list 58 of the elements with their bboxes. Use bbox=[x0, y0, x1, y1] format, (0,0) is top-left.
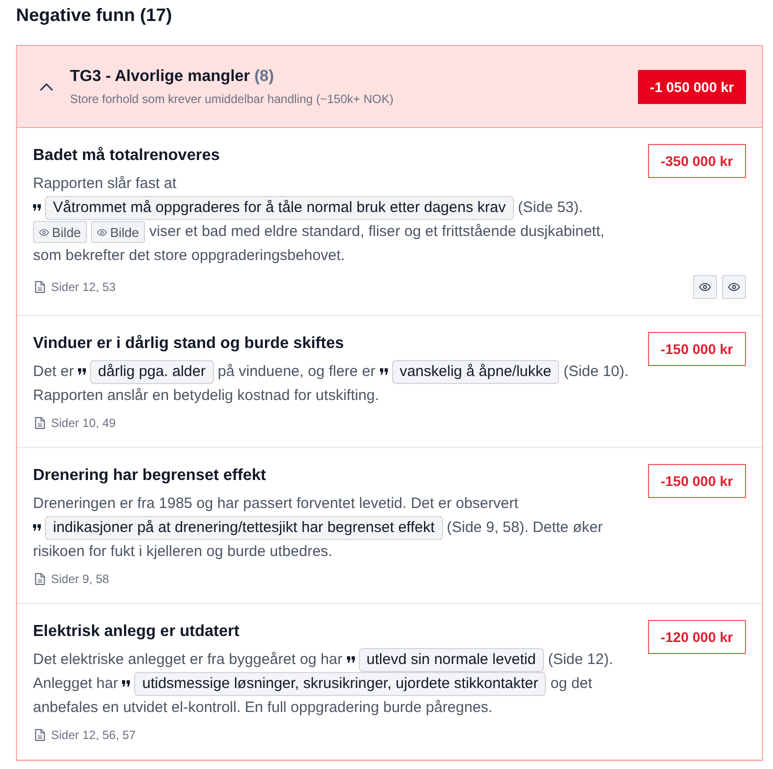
quote-icon bbox=[33, 204, 41, 211]
finding-text: (Side 53). bbox=[518, 199, 583, 216]
page-reference: Sider 9, 58 bbox=[51, 571, 110, 587]
eye-icon bbox=[728, 283, 740, 291]
quote-icon bbox=[78, 368, 86, 375]
amount-badge: -350 000 kr bbox=[648, 144, 746, 178]
quote-icon bbox=[380, 368, 388, 375]
finding-text: Anlegget har bbox=[33, 675, 118, 692]
eye-icon bbox=[97, 228, 108, 236]
amount-badge: -150 000 kr bbox=[648, 332, 746, 366]
finding-text: Dreneringen er fra 1985 og har passert forventet levetid. Det er observert bbox=[33, 495, 518, 512]
amount-badge: -120 000 kr bbox=[648, 620, 746, 654]
eye-icon bbox=[39, 228, 49, 236]
finding-title: Badet må totalrenoveres bbox=[33, 146, 221, 166]
quote-chip: utidsmessige løsninger, skrusikringer, ujordete stikkontakter bbox=[134, 672, 546, 696]
image-button[interactable]: Bilde bbox=[33, 221, 87, 243]
finding-title: Elektrisk anlegg er utdatert bbox=[33, 622, 240, 642]
finding-text: viser et bad med eldre standard, fliser og et frittstående dusjkabinett, bbox=[149, 223, 604, 240]
quote-icon bbox=[33, 524, 41, 531]
image-button[interactable]: Bilde bbox=[91, 221, 146, 243]
total-amount-badge: -1 050 000 kr bbox=[638, 70, 746, 104]
document-icon bbox=[35, 417, 45, 429]
finding-text: anbefales en utvidet el-kontroll. En full oppgradering burde påregnes. bbox=[33, 699, 492, 716]
finding-text: risikoen for fukt i kjelleren og burde utbedres. bbox=[33, 543, 332, 560]
finding-text: Rapporten slår fast at bbox=[33, 175, 176, 192]
finding-title: Vinduer er i dårlig stand og burde skiftes bbox=[33, 334, 345, 354]
group-title: TG3 - Alvorlige mangler bbox=[70, 68, 250, 84]
document-icon bbox=[35, 729, 45, 741]
finding-text: Det elektriske anlegget er fra byggeåret og har bbox=[33, 651, 342, 668]
amount-badge: -150 000 kr bbox=[648, 464, 746, 498]
group-subtitle: Store forhold som krever umiddelbar handling (~150k+ NOK) bbox=[70, 90, 394, 106]
page-reference: Sider 12, 56, 57 bbox=[51, 727, 136, 743]
finding-text: Det er bbox=[33, 363, 74, 380]
finding-text: (Side 12). bbox=[548, 651, 614, 668]
group-count: (8) bbox=[254, 68, 274, 84]
quote-chip: indikasjoner på at drenering/tettesjikt har begrenset effekt bbox=[45, 516, 443, 540]
finding-text: som bekrefter det store oppgraderingsbehovet. bbox=[33, 247, 345, 264]
finding-text: (Side 9, 58). Dette øker bbox=[446, 519, 603, 536]
document-icon bbox=[35, 573, 45, 585]
finding-title: Drenering har begrenset effekt bbox=[33, 466, 267, 486]
section-title: Negative funn (17) bbox=[16, 4, 174, 26]
quote-chip: dårlig pga. alder bbox=[90, 360, 214, 384]
page-reference: Sider 10, 49 bbox=[51, 415, 116, 431]
finding-text: på vinduene, og flere er bbox=[218, 363, 376, 380]
quote-chip: utlevd sin normale levetid bbox=[358, 648, 544, 672]
quote-icon bbox=[346, 656, 355, 663]
quote-chip: Våtrommet må oppgraderes for å tåle normal bruk etter dagens krav bbox=[45, 196, 514, 220]
quote-chip: vanskelig å åpne/lukke bbox=[392, 360, 560, 384]
image-preview-button[interactable] bbox=[693, 275, 717, 299]
page-reference: Sider 12, 53 bbox=[51, 279, 116, 295]
eye-icon bbox=[699, 283, 711, 291]
finding-text: (Side 10). bbox=[564, 363, 629, 380]
document-icon bbox=[35, 281, 45, 293]
group-header[interactable]: TG3 - Alvorlige mangler (8) Store forhold som krever umiddelbar handling (~150k+ NOK) -1 050 000 kr bbox=[17, 46, 762, 128]
quote-icon bbox=[122, 680, 130, 687]
finding-text: Rapporten anslår en betydelig kostnad for utskifting. bbox=[33, 387, 380, 404]
finding-text: og det bbox=[550, 675, 592, 692]
image-preview-button[interactable] bbox=[722, 275, 746, 299]
